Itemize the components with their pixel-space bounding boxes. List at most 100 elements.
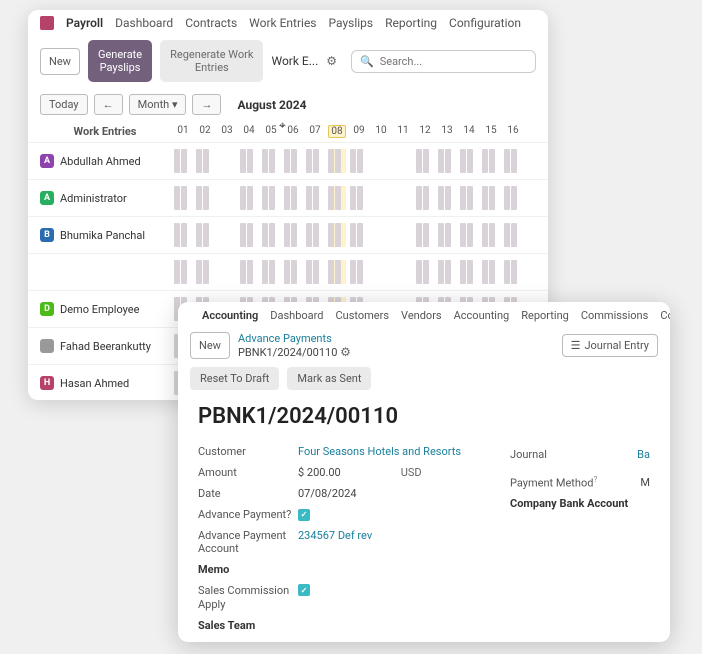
day-header-16[interactable]: 16 <box>504 125 522 138</box>
work-entry-cell[interactable] <box>196 186 214 210</box>
nav-dashboard[interactable]: Dashboard <box>115 16 173 30</box>
work-entry-cell[interactable] <box>240 186 258 210</box>
reset-to-draft-button[interactable]: Reset To Draft <box>190 367 279 390</box>
breadcrumb-advance-payments[interactable]: Advance Payments <box>238 332 351 345</box>
period-select[interactable]: Month ▾ <box>129 94 187 115</box>
work-entry-cell[interactable] <box>460 149 478 173</box>
work-entry-cell[interactable] <box>416 149 434 173</box>
work-entry-cell[interactable] <box>350 223 368 247</box>
work-entry-cell[interactable] <box>416 260 434 284</box>
mark-as-sent-button[interactable]: Mark as Sent <box>287 367 371 390</box>
work-entry-cell[interactable] <box>372 260 390 284</box>
work-entry-cell[interactable] <box>218 223 236 247</box>
work-entry-cell[interactable] <box>174 260 192 284</box>
work-entry-cell[interactable] <box>174 223 192 247</box>
nav-reporting[interactable]: Reporting <box>385 16 437 30</box>
work-entry-cell[interactable] <box>438 186 456 210</box>
work-entry-cell[interactable] <box>174 186 192 210</box>
work-entry-cell[interactable] <box>350 149 368 173</box>
work-entry-cell[interactable] <box>328 260 346 284</box>
day-header-03[interactable]: 03 <box>218 125 236 138</box>
day-header-06[interactable]: 06 <box>284 125 302 138</box>
work-entry-cell[interactable] <box>416 223 434 247</box>
day-header-01[interactable]: 01 <box>174 125 192 138</box>
employee-name[interactable]: Abdullah Ahmed <box>60 155 141 168</box>
generate-payslips-button[interactable]: GeneratePayslips <box>88 40 152 82</box>
work-entry-cell[interactable] <box>328 149 346 173</box>
work-entry-cell[interactable] <box>438 260 456 284</box>
work-entry-cell[interactable] <box>460 260 478 284</box>
search-box[interactable]: 🔍 <box>351 50 536 73</box>
work-entry-cell[interactable] <box>394 223 412 247</box>
work-entry-cell[interactable] <box>196 260 214 284</box>
day-header-14[interactable]: 14 <box>460 125 478 138</box>
today-button[interactable]: Today <box>40 94 88 115</box>
work-entry-cell[interactable] <box>218 260 236 284</box>
work-entry-cell[interactable] <box>350 186 368 210</box>
journal-value[interactable]: Ba <box>637 448 650 461</box>
nav-payslips[interactable]: Payslips <box>329 16 374 30</box>
work-entry-cell[interactable] <box>218 149 236 173</box>
work-entry-cell[interactable] <box>482 186 500 210</box>
work-entry-cell[interactable] <box>174 149 192 173</box>
prev-button[interactable]: ← <box>94 94 123 115</box>
work-entry-cell[interactable] <box>262 149 280 173</box>
nav-acct-dashboard[interactable]: Dashboard <box>270 309 323 322</box>
work-entry-cell[interactable] <box>372 149 390 173</box>
work-entry-cell[interactable] <box>328 223 346 247</box>
work-entry-cell[interactable] <box>482 149 500 173</box>
work-entry-cell[interactable] <box>438 149 456 173</box>
nav-acct-vendors[interactable]: Vendors <box>401 309 442 322</box>
day-header-11[interactable]: 11 <box>394 125 412 138</box>
nav-acct-reporting[interactable]: Reporting <box>521 309 569 322</box>
work-entry-cell[interactable] <box>482 260 500 284</box>
work-entry-cell[interactable] <box>350 260 368 284</box>
day-header-07[interactable]: 07 <box>306 125 324 138</box>
gear-icon[interactable]: ⚙ <box>326 54 337 68</box>
nav-work-entries[interactable]: Work Entries <box>249 16 316 30</box>
employee-name[interactable]: Bhumika Panchal <box>60 229 145 242</box>
work-entry-cell[interactable] <box>394 149 412 173</box>
day-header-12[interactable]: 12 <box>416 125 434 138</box>
work-entry-cell[interactable] <box>504 149 522 173</box>
work-entry-cell[interactable] <box>306 223 324 247</box>
sales-commission-checkbox[interactable]: ✓ <box>298 584 310 596</box>
work-entry-cell[interactable] <box>394 260 412 284</box>
work-entry-cell[interactable] <box>504 186 522 210</box>
nav-contracts[interactable]: Contracts <box>185 16 237 30</box>
work-entry-cell[interactable] <box>196 223 214 247</box>
nav-acct-accounting[interactable]: Accounting <box>454 309 510 322</box>
work-entry-cell[interactable] <box>240 223 258 247</box>
work-entry-cell[interactable] <box>504 223 522 247</box>
regenerate-work-entries-button[interactable]: Regenerate WorkEntries <box>160 40 263 82</box>
work-entry-cell[interactable] <box>284 186 302 210</box>
nav-acct-configuration[interactable]: Configuration <box>660 309 670 322</box>
employee-name[interactable]: Fahad Beerankutty <box>60 340 151 353</box>
work-entry-cell[interactable] <box>460 186 478 210</box>
day-header-02[interactable]: 02 <box>196 125 214 138</box>
employee-name[interactable]: Administrator <box>60 192 127 205</box>
nav-configuration[interactable]: Configuration <box>449 16 521 30</box>
day-header-05[interactable]: 05 <box>262 125 280 138</box>
work-entry-cell[interactable] <box>394 186 412 210</box>
work-entry-cell[interactable] <box>306 149 324 173</box>
work-entry-cell[interactable] <box>240 260 258 284</box>
journal-entry-button[interactable]: ☰ Journal Entry <box>562 334 658 357</box>
day-header-08[interactable]: 08 <box>328 125 346 138</box>
advance-payment-checkbox[interactable]: ✓ <box>298 509 310 521</box>
nav-acct-commissions[interactable]: Commissions <box>581 309 648 322</box>
work-entry-cell[interactable] <box>284 260 302 284</box>
work-entry-cell[interactable] <box>504 260 522 284</box>
acct-gear-icon[interactable]: ⚙ <box>340 345 351 359</box>
work-entry-cell[interactable] <box>460 223 478 247</box>
work-entry-cell[interactable] <box>306 260 324 284</box>
work-entry-cell[interactable] <box>262 186 280 210</box>
search-input[interactable] <box>380 55 527 68</box>
work-entry-cell[interactable] <box>240 149 258 173</box>
work-entry-cell[interactable] <box>284 149 302 173</box>
work-entry-cell[interactable] <box>438 223 456 247</box>
next-button[interactable]: → <box>192 94 221 115</box>
day-header-15[interactable]: 15 <box>482 125 500 138</box>
work-entry-cell[interactable] <box>416 186 434 210</box>
work-entry-cell[interactable] <box>196 149 214 173</box>
